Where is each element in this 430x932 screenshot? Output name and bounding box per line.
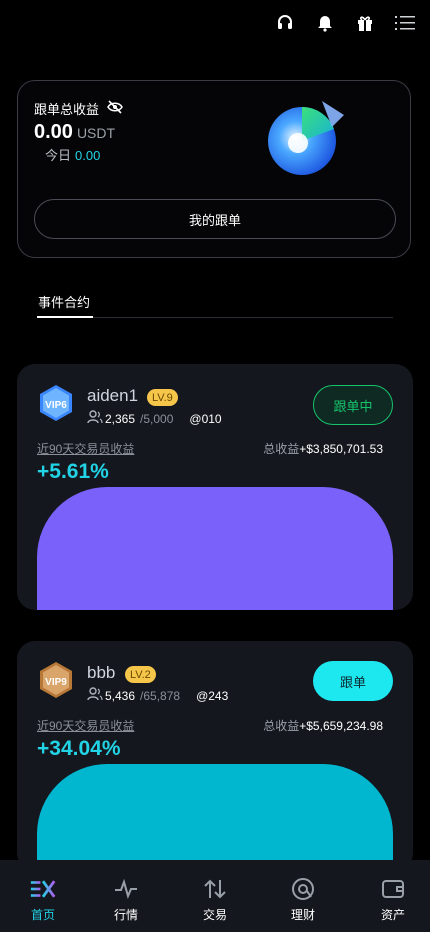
total-profit: 总收益+$3,850,701.53 [263, 440, 383, 457]
trader-stats: 2,365 /5,000 @010 [87, 410, 222, 427]
nav-home-label: 首页 [30, 908, 55, 922]
summary-amount-unit: USDT [76, 125, 116, 141]
followers-max: /5,000 [140, 411, 174, 426]
follow-summary-card: 跟单总收益 0.00 USDT 今日 0.00 我的跟单 [17, 80, 411, 258]
return-label[interactable]: 近90天交易员收益 [37, 440, 134, 457]
summary-today: 今日 0.00 [45, 145, 100, 164]
trader-name[interactable]: aiden1 [87, 386, 138, 406]
nav-home[interactable]: 首页 [0, 860, 86, 932]
summary-title-text: 跟单总收益 [34, 102, 100, 117]
trader-stats: 5,436 /65,878 @243 [87, 687, 228, 704]
wallet-icon [380, 876, 406, 902]
copy-trade-logo-icon [266, 97, 346, 177]
home-logo-icon [30, 876, 56, 902]
nav-finance[interactable]: 理财 [260, 860, 346, 932]
trader-handle: @243 [196, 688, 229, 703]
top-toolbar [274, 12, 416, 34]
total-profit-value: +$3,850,701.53 [299, 442, 383, 456]
trader-name[interactable]: bbb [87, 663, 115, 683]
nav-assets[interactable]: 资产 [350, 860, 430, 932]
trader-card[interactable]: VIP9 bbb LV.2 5,436 /65,878 @243 跟单 近90天… [17, 641, 413, 871]
market-pulse-icon [113, 876, 139, 902]
bottom-navigation: 首页 行情 交易 理财 资产 [0, 860, 430, 932]
followers-icon [87, 687, 103, 704]
return-label[interactable]: 近90天交易员收益 [37, 717, 134, 734]
menu-icon[interactable] [394, 12, 416, 34]
trader-handle: @010 [189, 411, 222, 426]
summary-amount: 0.00 USDT [34, 121, 115, 144]
tab-active-indicator [37, 316, 93, 318]
tab-bar: 事件合约 [37, 290, 393, 320]
profit-chart [37, 764, 393, 871]
summary-amount-value: 0.00 [34, 121, 73, 143]
following-button[interactable]: 跟单中 [313, 385, 393, 425]
total-profit-label: 总收益 [263, 719, 300, 733]
trade-arrows-icon [202, 876, 228, 902]
level-badge: LV.9 [147, 389, 178, 406]
followers-icon [87, 410, 103, 427]
vip-badge-icon: VIP9 [37, 661, 75, 699]
follow-button[interactable]: 跟单 [313, 661, 393, 701]
return-value: +5.61% [37, 460, 109, 483]
today-label: 今日 [45, 148, 72, 163]
followers-count: 2,365 [105, 411, 136, 426]
vip-badge-text: VIP9 [45, 677, 67, 688]
nav-market-label: 行情 [113, 908, 138, 922]
bell-icon[interactable] [314, 12, 336, 34]
nav-trade[interactable]: 交易 [172, 860, 258, 932]
trader-card[interactable]: VIP6 aiden1 LV.9 2,365 /5,000 @010 跟单中 近… [17, 364, 413, 610]
eye-off-icon[interactable] [107, 100, 123, 117]
total-profit-value: +$5,659,234.98 [299, 719, 383, 733]
following-label: 跟单中 [333, 398, 373, 414]
nav-finance-label: 理财 [290, 908, 315, 922]
gift-icon[interactable] [354, 12, 376, 34]
follow-label: 跟单 [339, 674, 366, 690]
nav-trade-label: 交易 [202, 908, 227, 922]
today-value: 0.00 [75, 148, 101, 163]
profit-chart [37, 487, 393, 610]
my-follow-button[interactable]: 我的跟单 [34, 199, 396, 239]
finance-icon [290, 876, 316, 902]
vip-badge-text: VIP6 [45, 400, 67, 411]
total-profit: 总收益+$5,659,234.98 [263, 717, 383, 734]
followers-count: 5,436 [105, 688, 136, 703]
summary-title: 跟单总收益 [34, 99, 123, 118]
followers-max: /65,878 [140, 688, 181, 703]
my-follow-label: 我的跟单 [188, 212, 241, 228]
return-value: +34.04% [37, 737, 121, 760]
total-profit-label: 总收益 [263, 442, 300, 456]
nav-assets-label: 资产 [380, 908, 405, 922]
vip-badge-icon: VIP6 [37, 384, 75, 422]
level-badge: LV.2 [125, 666, 156, 683]
tab-event-contract[interactable]: 事件合约 [38, 292, 90, 311]
headset-icon[interactable] [274, 12, 296, 34]
nav-market[interactable]: 行情 [83, 860, 169, 932]
